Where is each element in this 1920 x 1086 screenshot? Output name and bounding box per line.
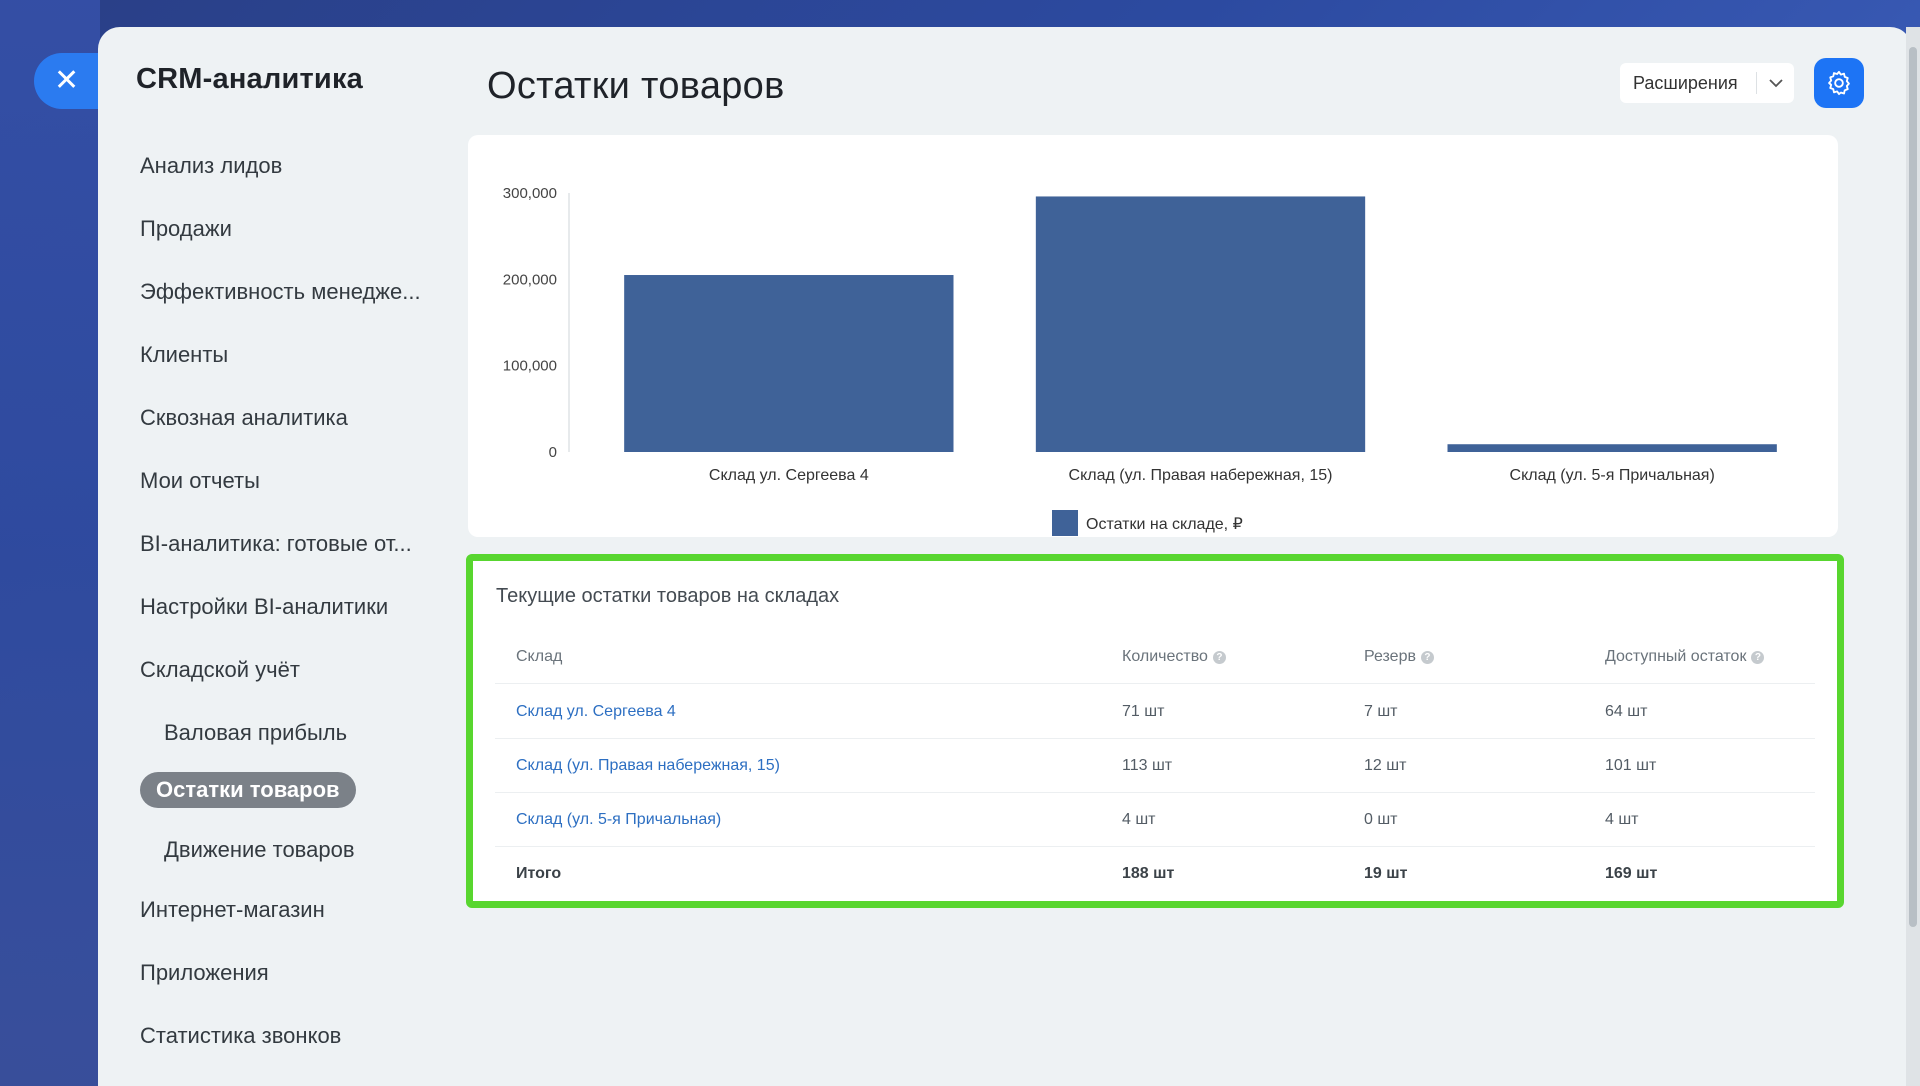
question-icon[interactable]: ? — [1212, 650, 1226, 664]
sidebar-item-manager-efficiency[interactable]: Эффективность менедже... — [140, 279, 421, 305]
scrollbar-thumb[interactable] — [1909, 47, 1917, 927]
sidebar-title: CRM-аналитика — [136, 63, 363, 95]
sidebar-item-stock-movement[interactable]: Движение товаров — [164, 837, 355, 863]
chevron-down-icon — [1757, 78, 1794, 88]
sidebar-item-leads[interactable]: Анализ лидов — [140, 153, 282, 179]
table-title: Текущие остатки товаров на складах — [496, 585, 840, 607]
close-button[interactable]: ✕ — [34, 53, 106, 109]
total-label: Итого — [516, 865, 562, 882]
column-header-warehouse: Склад — [516, 648, 563, 665]
sidebar-item-inventory[interactable]: Складской учёт — [140, 657, 300, 683]
stock-table-card: Текущие остатки товаров на складах Склад… — [466, 554, 1844, 908]
available-cell: 64 шт — [1605, 703, 1648, 720]
reserve-cell: 12 шт — [1364, 757, 1407, 774]
sidebar-item-sales[interactable]: Продажи — [140, 216, 232, 242]
available-cell: 4 шт — [1605, 811, 1639, 828]
quantity-cell: 113 шт — [1122, 757, 1173, 774]
x-tick-label: Склад (ул. Правая набережная, 15) — [1069, 467, 1333, 484]
table-row: Склад ул. Сергеева 4 71 шт 7 шт 64 шт — [495, 685, 1815, 739]
column-header-quantity: Количество ? — [1122, 630, 1226, 684]
sidebar: CRM-аналитика Анализ лидов Продажи Эффек… — [98, 27, 438, 1086]
extensions-label: Расширения — [1633, 72, 1738, 93]
warehouse-link[interactable]: Склад (ул. 5-я Причальная) — [516, 793, 721, 847]
gear-icon — [1828, 70, 1850, 96]
question-icon[interactable]: ? — [1420, 650, 1434, 664]
sidebar-item-clients[interactable]: Клиенты — [140, 342, 228, 368]
settings-button[interactable] — [1814, 58, 1864, 108]
reserve-cell: 7 шт — [1364, 703, 1398, 720]
legend-swatch — [1052, 510, 1078, 536]
scrollbar[interactable] — [1906, 27, 1920, 1086]
total-available: 169 шт — [1605, 865, 1658, 882]
sidebar-item-online-store[interactable]: Интернет-магазин — [140, 897, 325, 923]
column-header-quantity-label: Количество — [1122, 648, 1208, 665]
extensions-dropdown[interactable]: Расширения — [1620, 63, 1794, 103]
warehouse-link[interactable]: Склад (ул. Правая набережная, 15) — [516, 739, 780, 793]
chart-bar[interactable] — [1447, 444, 1777, 452]
question-icon[interactable]: ? — [1751, 650, 1765, 664]
column-header-available-label: Доступный остаток — [1605, 648, 1747, 665]
background — [0, 0, 100, 1086]
column-header-reserve: Резерв ? — [1364, 630, 1434, 684]
sidebar-item-my-reports[interactable]: Мои отчеты — [140, 468, 260, 494]
sidebar-item-gross-profit[interactable]: Валовая прибыль — [164, 720, 347, 746]
stock-chart: 0 100,000 200,000 300,000 Склад ул. Сергеев… — [468, 135, 1838, 537]
y-tick-label: 300,000 — [503, 185, 557, 202]
chart-bar[interactable] — [624, 275, 954, 452]
y-tick-label: 0 — [549, 444, 557, 461]
reserve-cell: 0 шт — [1364, 811, 1398, 828]
sidebar-item-bi-settings[interactable]: Настройки BI-аналитики — [140, 594, 388, 620]
table-total-row: Итого 188 шт 19 шт 169 шт — [495, 847, 1815, 901]
y-tick-label: 100,000 — [503, 358, 557, 375]
x-tick-label: Склад ул. Сергеева 4 — [709, 467, 869, 484]
sidebar-item-apps[interactable]: Приложения — [140, 960, 269, 986]
table-header-row: Склад Количество ? Резерв ? Доступный ос… — [495, 630, 1815, 684]
legend-label: Остатки на складе, ₽ — [1086, 516, 1243, 533]
sidebar-item-call-stats[interactable]: Статистика звонков — [140, 1023, 341, 1049]
page-title: Остатки товаров — [487, 65, 785, 107]
quantity-cell: 4 шт — [1122, 811, 1156, 828]
quantity-cell: 71 шт — [1122, 703, 1165, 720]
warehouse-link[interactable]: Склад ул. Сергеева 4 — [516, 685, 676, 739]
chart-svg: 0 100,000 200,000 300,000 Склад ул. Сергеев… — [503, 185, 1777, 536]
total-quantity: 188 шт — [1122, 865, 1175, 882]
sidebar-item-stock-balance[interactable]: Остатки товаров — [140, 772, 356, 808]
column-header-reserve-label: Резерв — [1364, 648, 1416, 665]
close-icon: ✕ — [54, 64, 80, 97]
available-cell: 101 шт — [1605, 757, 1657, 774]
total-reserve: 19 шт — [1364, 865, 1408, 882]
sidebar-item-end-to-end[interactable]: Сквозная аналитика — [140, 405, 348, 431]
chart-bar[interactable] — [1035, 196, 1366, 452]
table-row: Склад (ул. Правая набережная, 15) 113 шт… — [495, 739, 1815, 793]
table-row: Склад (ул. 5-я Причальная) 4 шт 0 шт 4 ш… — [495, 793, 1815, 847]
x-tick-label: Склад (ул. 5-я Причальная) — [1510, 467, 1715, 484]
sidebar-item-bi-reports[interactable]: BI-аналитика: готовые от... — [140, 531, 412, 557]
column-header-available: Доступный остаток ? — [1605, 630, 1765, 684]
y-tick-label: 200,000 — [503, 271, 557, 288]
analytics-panel: CRM-аналитика Анализ лидов Продажи Эффек… — [98, 27, 1912, 1086]
